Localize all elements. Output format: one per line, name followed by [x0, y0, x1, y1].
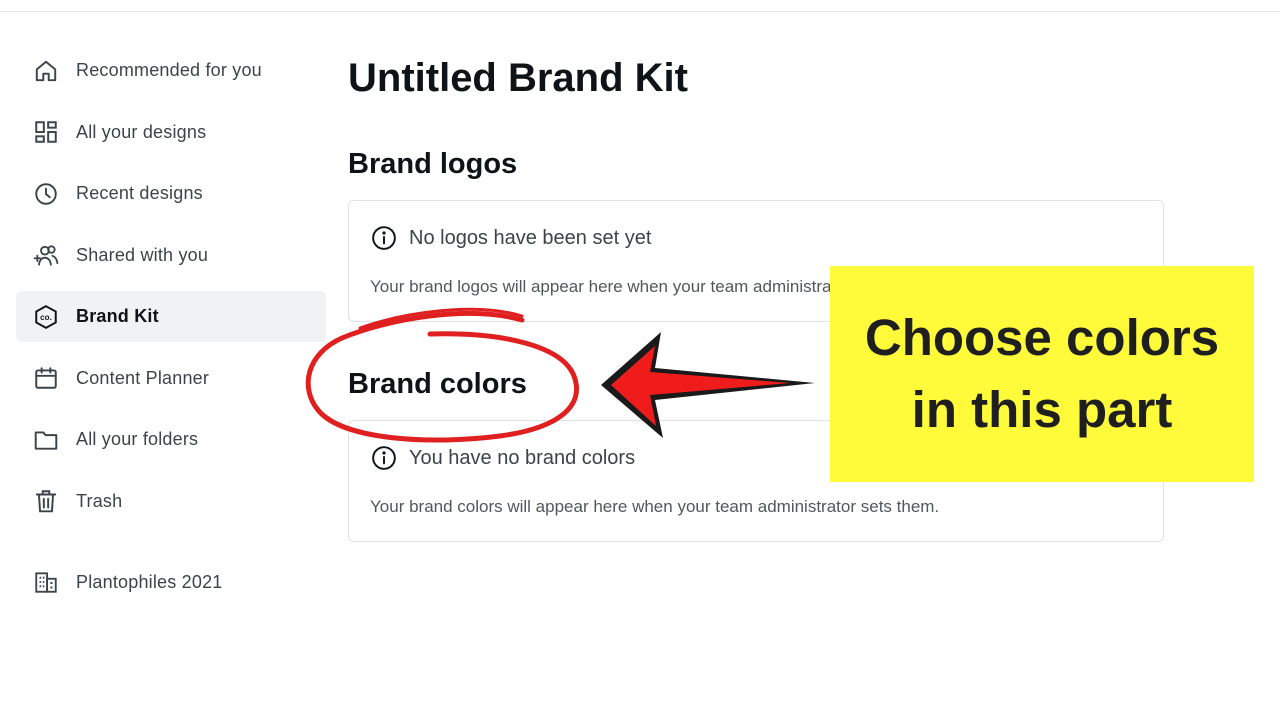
- home-icon: [32, 57, 60, 85]
- sidebar-item-recommended[interactable]: Recommended for you: [16, 45, 326, 96]
- brand-colors-empty-state: You have no brand colors: [371, 445, 635, 471]
- sidebar-item-label: Brand Kit: [76, 306, 159, 326]
- sidebar-item-label: Plantophiles 2021: [76, 571, 223, 592]
- info-icon: [372, 446, 396, 470]
- sidebar-item-label: Recent designs: [76, 183, 203, 203]
- clock-icon: [32, 180, 60, 208]
- sidebar-item-label: Content Planner: [76, 367, 210, 388]
- callout-text: Choose colors in this part: [865, 302, 1219, 446]
- svg-text:co.: co.: [40, 313, 52, 322]
- trash-icon: [32, 487, 60, 515]
- sidebar-item-recent[interactable]: Recent designs: [16, 168, 326, 219]
- callout-line-2: in this part: [911, 381, 1173, 438]
- sidebar-item-label: Trash: [76, 490, 123, 511]
- callout-line-1: Choose colors: [864, 309, 1220, 366]
- sidebar-item-label: Recommended for you: [76, 60, 262, 80]
- brand-kit-icon: co.: [32, 303, 60, 331]
- info-icon: [372, 226, 396, 250]
- folder-icon: [32, 426, 60, 454]
- sidebar-item-team[interactable]: Plantophiles 2021: [16, 557, 326, 608]
- sidebar-item-label: Shared with you: [76, 244, 209, 265]
- sidebar-item-label: All your folders: [76, 429, 199, 449]
- brand-colors-empty-title: You have no brand colors: [409, 446, 636, 469]
- brand-logos-empty-state: No logos have been set yet: [371, 225, 651, 251]
- building-icon: [32, 568, 60, 596]
- sidebar-item-brand-kit[interactable]: co. Brand Kit: [16, 291, 326, 342]
- page-title: Untitled Brand Kit: [348, 56, 688, 100]
- sidebar-item-folders[interactable]: All your folders: [16, 414, 326, 465]
- brand-colors-empty-desc: Your brand colors will appear here when …: [370, 497, 940, 516]
- brand-logos-heading: Brand logos: [348, 148, 518, 180]
- shared-users-icon: [32, 241, 60, 269]
- sidebar-item-content-planner[interactable]: Content Planner: [16, 353, 326, 404]
- grid-icon: [32, 118, 60, 146]
- sidebar-item-trash[interactable]: Trash: [16, 476, 326, 527]
- sidebar-item-all-designs[interactable]: All your designs: [16, 107, 326, 158]
- calendar-icon: [32, 364, 60, 392]
- top-bar: [0, 0, 1280, 12]
- sidebar: Recommended for you All your designs Rec…: [16, 45, 326, 618]
- annotation-callout: Choose colors in this part: [830, 266, 1254, 482]
- brand-logos-empty-title: No logos have been set yet: [409, 226, 652, 249]
- brand-colors-heading: Brand colors: [348, 368, 527, 400]
- sidebar-item-shared[interactable]: Shared with you: [16, 230, 326, 281]
- sidebar-item-label: All your designs: [76, 121, 207, 142]
